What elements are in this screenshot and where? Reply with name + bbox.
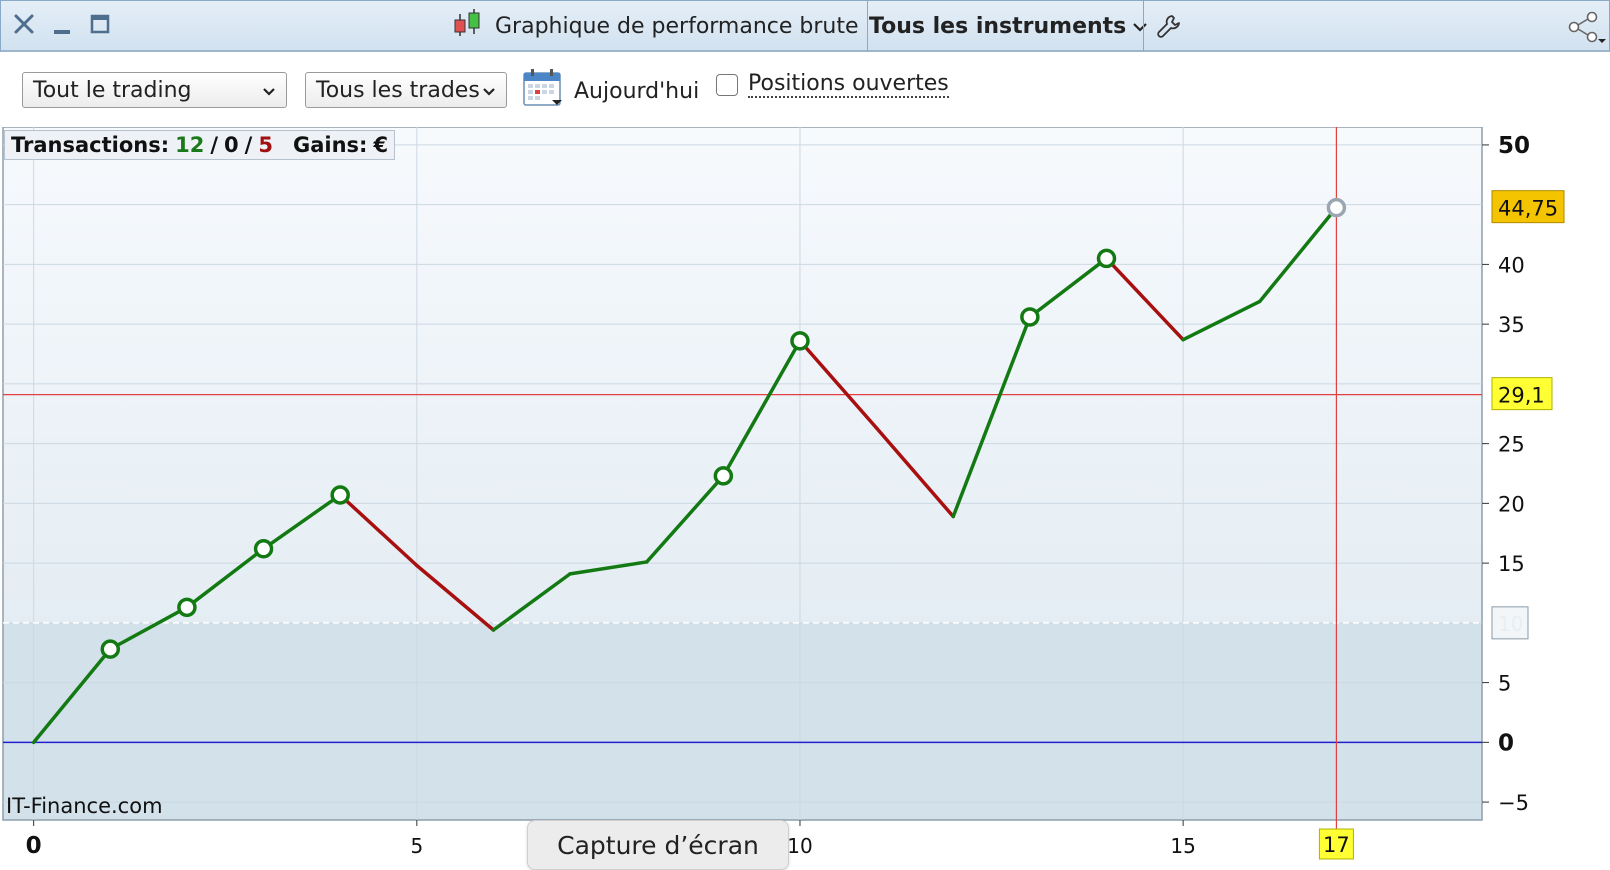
trades-filter-value: Tous les trades [316,77,480,103]
summary-separator: / [210,133,219,157]
minimize-icon[interactable] [49,9,75,39]
trade-marker [253,539,274,559]
summary-separator: / [244,133,253,157]
open-positions-label[interactable]: Positions ouvertes [748,72,949,98]
trade-marker [100,639,121,659]
open-positions-checkbox[interactable] [716,74,738,96]
x-tick-label: 5 [410,834,423,858]
cursor-x-label: 17 [1323,833,1350,857]
trading-scope-value: Tout le trading [33,77,192,103]
title-separator-2 [1143,1,1144,51]
last-value-label: 44,75 [1498,197,1558,221]
last-point-marker [1326,197,1347,218]
wrench-icon[interactable] [1156,13,1182,43]
transactions-summary: Transactions: 12 / 0 / 5 Gains: € [4,130,396,160]
currency-symbol: € [373,133,389,157]
winning-trades-count: 12 [175,133,205,157]
window-title: Graphique de performance brute [451,1,871,51]
y-tick-label: 35 [1498,313,1525,337]
chevron-down-icon [262,78,276,103]
x-tick-label: 10 [787,834,812,858]
trades-filter-select[interactable]: Tous les trades [305,72,507,108]
y-tick-label: 40 [1498,253,1525,277]
today-label: Aujourd'hui [574,78,700,104]
title-separator [867,1,868,51]
trade-marker [177,597,197,618]
trade-marker [713,466,734,486]
screenshot-tooltip: Capture d’écran [527,820,789,870]
cursor-value-label: 29,1 [1498,384,1545,408]
performance-chart-svg[interactable]: 50403525201550−50 5 10 1544,7529,11017 [0,126,1610,864]
watermark: IT-Finance.com [6,794,163,818]
share-icon[interactable] [1566,11,1606,49]
window-controls [11,9,113,39]
gains-label: Gains: [292,133,368,157]
y-tick-label: −5 [1498,791,1529,815]
close-icon[interactable] [11,9,37,39]
y-tick-label: 50 [1498,133,1530,159]
y-tick-label: 25 [1498,433,1525,457]
trading-scope-select[interactable]: Tout le trading [22,72,287,108]
performance-chart: 50 40 35 25 20 15 5 0 −5 0 5 10 15 44,75 29,1 10 17 [0,126,1610,864]
today-date-button[interactable]: Aujourd'hui [522,68,699,114]
below-average-band [3,622,1482,820]
window-title-text: Graphique de performance brute [495,13,859,39]
transactions-label: Transactions: [11,133,170,157]
y-tick-label: 0 [1498,730,1514,756]
chevron-down-icon [1132,14,1148,39]
x-tick-label: 0 [26,833,42,859]
open-positions-toggle: Positions ouvertes [716,72,949,98]
title-bar: Graphique de performance brute Tous les … [0,0,1610,52]
y-tick-label: 15 [1498,552,1525,576]
trade-marker [1020,307,1040,327]
losing-trades-count: 5 [258,133,273,157]
instrument-selector[interactable]: Tous les instruments [869,1,1148,51]
y-tick-label: 20 [1498,492,1525,516]
filter-toolbar: Tout le trading Tous les trades Aujourd'… [0,52,1610,127]
average-value-label: 10 [1498,612,1523,636]
trade-marker [330,485,350,505]
instrument-selector-label: Tous les instruments [869,13,1127,39]
neutral-trades-count: 0 [224,133,239,157]
chevron-down-icon [482,78,496,103]
x-tick-label: 15 [1170,834,1195,858]
trade-marker [1096,248,1117,269]
maximize-icon[interactable] [87,9,113,39]
y-tick-label: 5 [1498,672,1511,696]
trade-marker [790,331,810,351]
candlestick-icon [451,8,483,44]
calendar-icon [522,68,564,114]
